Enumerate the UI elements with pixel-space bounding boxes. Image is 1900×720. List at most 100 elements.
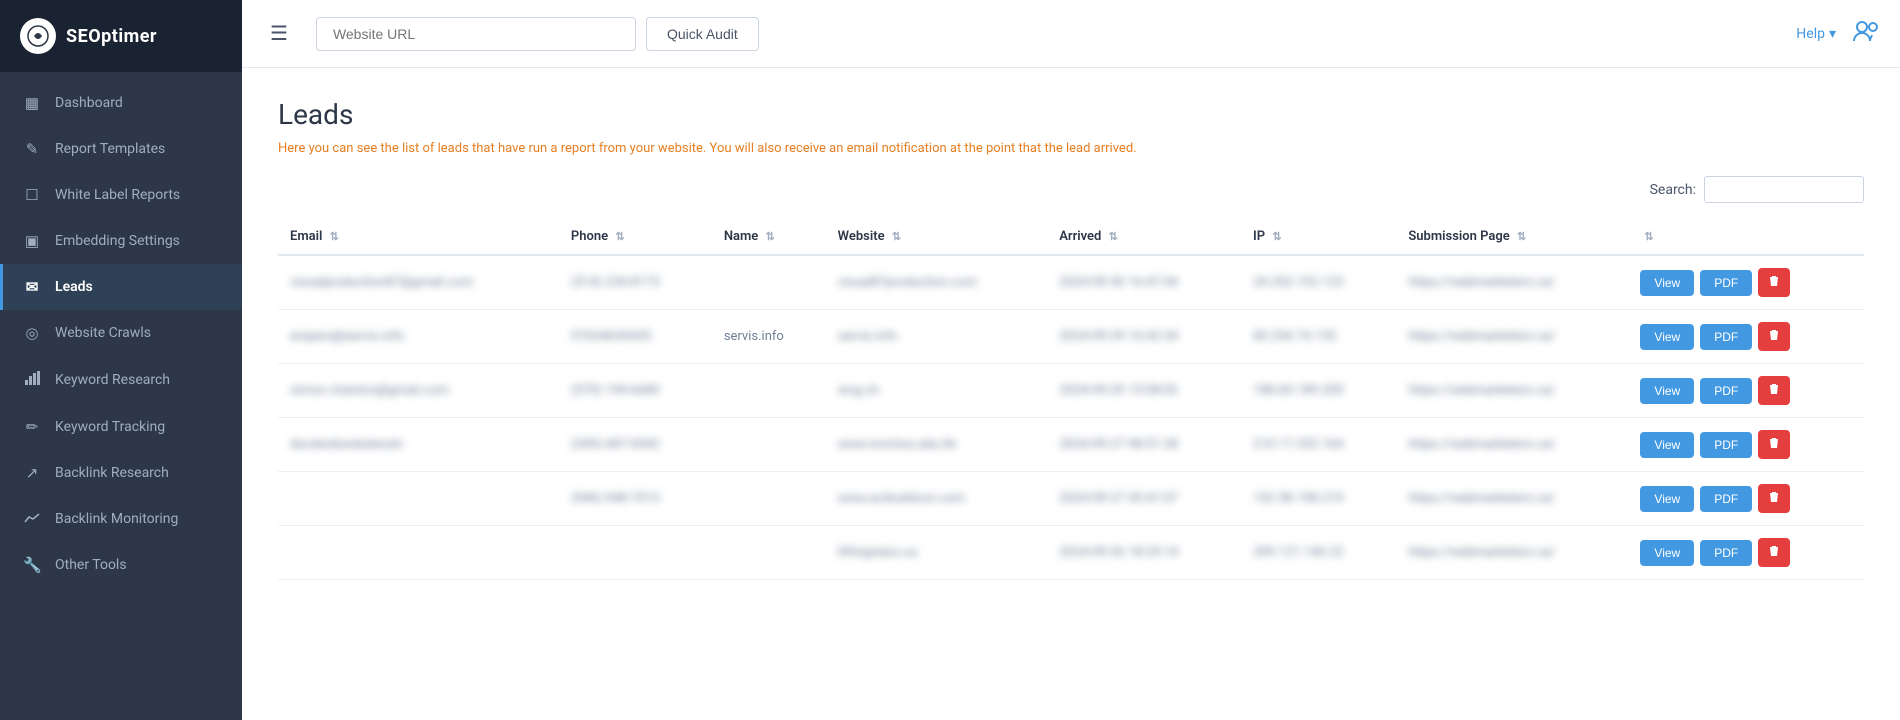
table-actions-cell: View PDF [1628,418,1864,472]
main-wrapper: ☰ Quick Audit Help ▾ Leads Here you can … [242,0,1900,720]
sidebar-item-backlink-research[interactable]: ↗ Backlink Research [0,450,242,496]
table-cell: https://webmarketers.ca/ [1396,255,1628,310]
view-button[interactable]: View [1640,486,1694,512]
table-cell: 152.58.198.219 [1241,472,1396,526]
sidebar-item-label: Leads [55,279,93,295]
chevron-down-icon: ▾ [1829,26,1836,42]
url-input[interactable] [316,17,636,51]
pdf-button[interactable]: PDF [1700,486,1752,512]
sidebar-item-label: Backlink Research [55,465,169,481]
sidebar-item-label: Report Templates [55,141,165,157]
col-submission-page[interactable]: Submission Page ⇅ [1396,219,1628,255]
users-icon[interactable] [1852,19,1880,49]
table-cell: www.invictus.edu.hk [826,418,1048,472]
table-cell: liftingstars.ca [826,526,1048,580]
delete-button[interactable] [1758,538,1790,567]
search-row: Search: [278,176,1864,203]
sidebar-item-label: Keyword Research [55,372,170,388]
col-arrived[interactable]: Arrived ⇅ [1047,219,1241,255]
sidebar-item-label: Dashboard [55,95,123,111]
sidebar-item-website-crawls[interactable]: ◎ Website Crawls [0,310,242,356]
pdf-button[interactable]: PDF [1700,540,1752,566]
table-cell: servis.info [712,310,826,364]
sidebar-item-keyword-tracking[interactable]: ✏ Keyword Tracking [0,404,242,450]
backlink-research-icon: ↗ [23,464,41,482]
sidebar-item-keyword-research[interactable]: Keyword Research [0,356,242,404]
sidebar-item-dashboard[interactable]: ▦ Dashboard [0,80,242,126]
col-name[interactable]: Name ⇅ [712,219,826,255]
table-cell: 24.202.152.123 [1241,255,1396,310]
logo-icon [20,18,56,54]
table-row: dscdwdswdsdwsdv(345) 687-6942www.invictu… [278,418,1864,472]
table-cell: 2024-09-27 05:41:07 [1047,472,1241,526]
white-label-icon: ☐ [23,186,41,204]
table-cell: (514) 234-8173 [559,255,712,310]
view-button[interactable]: View [1640,378,1694,404]
table-header-row: Email ⇅ Phone ⇅ Name ⇅ Website ⇅ [278,219,1864,255]
sidebar-item-leads[interactable]: ✉ Leads [0,264,242,310]
table-cell: 2024-09-26 18:29:14 [1047,526,1241,580]
table-cell: https://webmarketers.ca/ [1396,418,1628,472]
backlink-monitoring-icon [23,510,41,528]
table-cell: 210.17.252.164 [1241,418,1396,472]
help-link[interactable]: Help ▾ [1796,26,1836,42]
sidebar-item-report-templates[interactable]: ✎ Report Templates [0,126,242,172]
table-cell: https://webmarketers.ca/ [1396,364,1628,418]
view-button[interactable]: View [1640,270,1694,296]
pdf-button[interactable]: PDF [1700,432,1752,458]
delete-button[interactable] [1758,376,1790,405]
table-cell [712,255,826,310]
delete-button[interactable] [1758,268,1790,297]
sort-arrived-icon[interactable]: ⇅ [1109,230,1118,243]
col-email[interactable]: Email ⇅ [278,219,559,255]
table-cell: 85.254.74.135 [1241,310,1396,364]
quick-audit-button[interactable]: Quick Audit [646,17,759,51]
sidebar-item-label: Keyword Tracking [55,419,165,435]
sort-submission-icon[interactable]: ⇅ [1517,230,1526,243]
topbar-right: Help ▾ [1796,19,1880,49]
table-cell [712,526,826,580]
delete-button[interactable] [1758,430,1790,459]
view-button[interactable]: View [1640,324,1694,350]
table-cell: 2024-09-27 08:51:28 [1047,418,1241,472]
table-cell: simon.chanton@gmail.com [278,364,559,418]
sort-phone-icon[interactable]: ⇅ [615,230,624,243]
sort-ip-icon[interactable]: ⇅ [1272,230,1281,243]
hamburger-button[interactable]: ☰ [262,17,296,50]
keyword-research-icon [23,370,41,390]
col-phone[interactable]: Phone ⇅ [559,219,712,255]
sidebar-item-label: Backlink Monitoring [55,511,178,527]
sidebar-item-white-label-reports[interactable]: ☐ White Label Reports [0,172,242,218]
view-button[interactable]: View [1640,432,1694,458]
delete-button[interactable] [1758,484,1790,513]
table-cell [559,526,712,580]
pdf-button[interactable]: PDF [1700,378,1752,404]
table-row: visualproduction87@gmail.com(514) 234-81… [278,255,1864,310]
sidebar-item-embedding-settings[interactable]: ▣ Embedding Settings [0,218,242,264]
delete-button[interactable] [1758,322,1790,351]
pdf-button[interactable]: PDF [1700,324,1752,350]
table-row: liftingstars.ca2024-09-26 18:29:14209.12… [278,526,1864,580]
leads-table: Email ⇅ Phone ⇅ Name ⇅ Website ⇅ [278,219,1864,580]
view-button[interactable]: View [1640,540,1694,566]
sort-email-icon[interactable]: ⇅ [330,230,339,243]
table-actions-cell: View PDF [1628,364,1864,418]
sidebar-item-backlink-monitoring[interactable]: Backlink Monitoring [0,496,242,542]
table-actions-cell: View PDF [1628,526,1864,580]
sidebar-item-label: Other Tools [55,557,127,573]
sidebar-nav: ▦ Dashboard ✎ Report Templates ☐ White L… [0,72,242,720]
sort-actions-icon[interactable]: ⇅ [1644,230,1653,243]
sort-name-icon[interactable]: ⇅ [766,230,775,243]
table-cell: https://webmarketers.ca/ [1396,310,1628,364]
pdf-button[interactable]: PDF [1700,270,1752,296]
table-cell: visual87production.com [826,255,1048,310]
website-crawls-icon: ◎ [23,324,41,342]
sort-website-icon[interactable]: ⇅ [892,230,901,243]
table-cell: dscdwdswdsdwsdv [278,418,559,472]
dashboard-icon: ▦ [23,94,41,112]
search-input[interactable] [1704,176,1864,203]
table-cell: 2024-09-29 16:42:34 [1047,310,1241,364]
sidebar-item-other-tools[interactable]: 🔧 Other Tools [0,542,242,588]
col-website[interactable]: Website ⇅ [826,219,1048,255]
col-ip[interactable]: IP ⇅ [1241,219,1396,255]
